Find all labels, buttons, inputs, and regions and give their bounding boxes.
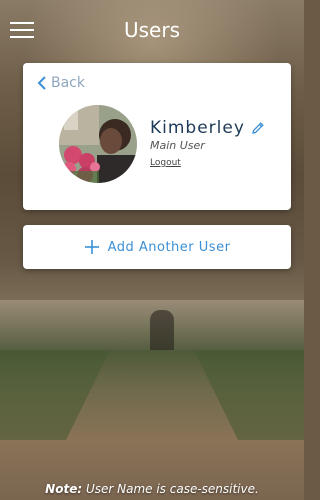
- back-button[interactable]: Back: [37, 75, 85, 91]
- profile-card: Back Kimberley Main User Logout: [23, 63, 291, 210]
- chevron-left-icon: [37, 76, 46, 90]
- pencil-icon[interactable]: [251, 121, 265, 135]
- background-lawn-right: [194, 350, 304, 440]
- plus-icon: [84, 240, 99, 254]
- top-bar: Users: [0, 0, 304, 62]
- note-text: User Name is case-sensitive.: [82, 482, 259, 496]
- logout-link[interactable]: Logout: [150, 158, 181, 168]
- background-lawn-left: [0, 350, 110, 440]
- background-doorway: [150, 310, 174, 350]
- page-title: Users: [123, 18, 180, 42]
- user-name-text: Kimberley: [150, 118, 245, 138]
- footer-note: Note: User Name is case-sensitive.: [0, 482, 304, 496]
- note-prefix: Note:: [45, 482, 83, 496]
- back-label: Back: [51, 75, 85, 91]
- add-user-label: Add Another User: [107, 239, 231, 255]
- avatar: [59, 105, 137, 183]
- add-another-user-button[interactable]: Add Another User: [23, 225, 291, 269]
- user-role: Main User: [150, 139, 205, 152]
- user-name: Kimberley: [150, 118, 265, 138]
